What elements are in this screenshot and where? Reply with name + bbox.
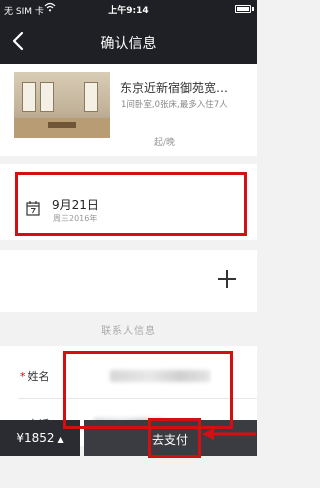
page-title: 确认信息	[100, 36, 157, 52]
photo-window	[84, 82, 98, 112]
listing-photo	[14, 72, 110, 138]
listing-card[interactable]: 东京近新宿御苑宽… 1间卧室,0张床,最多入住7人 起/晚	[0, 64, 257, 156]
required-mark: *	[20, 370, 26, 383]
photo-window	[40, 82, 54, 112]
price-unit: 起/晚	[154, 138, 176, 148]
nav-bar: 确认信息	[0, 18, 257, 64]
photo-window	[22, 82, 36, 112]
photo-table	[48, 122, 76, 128]
highlight-box-pay	[148, 418, 201, 458]
arrow-left-icon	[202, 428, 256, 440]
caret-up-icon: ▲	[57, 435, 64, 444]
photo-floor	[14, 118, 110, 138]
name-label: * 姓名	[20, 368, 50, 384]
battery-tip	[252, 7, 254, 11]
listing-name: 东京近新宿御苑宽…	[120, 81, 229, 95]
contact-section-header: 联系人信息	[101, 326, 156, 337]
name-label-text: 姓名	[27, 370, 50, 383]
add-button[interactable]	[216, 268, 238, 290]
highlight-box-date	[15, 172, 247, 236]
page-bottom-background	[0, 456, 257, 488]
add-row	[0, 250, 257, 312]
status-bar: 无 SIM 卡 上午9:14	[0, 0, 257, 18]
listing-meta: 1间卧室,0张床,最多入住7人	[121, 100, 228, 110]
clock-text: 上午9:14	[108, 6, 149, 16]
battery-icon	[235, 5, 251, 13]
total-price: ¥1852	[16, 431, 55, 445]
